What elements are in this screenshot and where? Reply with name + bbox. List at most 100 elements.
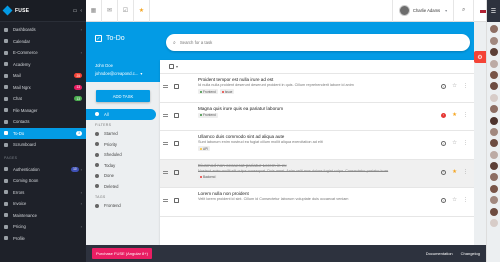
- contact-avatar[interactable]: [489, 139, 498, 148]
- sidebar-item-contacts[interactable]: Contacts: [0, 116, 86, 128]
- search-bar[interactable]: ⌕: [166, 34, 470, 51]
- todo-checkbox[interactable]: [174, 112, 179, 118]
- sidebar-item-label: Authentication: [13, 166, 40, 172]
- drag-handle-icon[interactable]: [163, 113, 168, 117]
- contact-avatar[interactable]: [489, 150, 498, 159]
- contact-avatar[interactable]: [489, 162, 498, 171]
- contact-avatar[interactable]: [489, 48, 498, 57]
- star-toggle-icon[interactable]: ☆: [452, 197, 457, 203]
- more-vertical-icon[interactable]: ⋮: [463, 141, 468, 146]
- filter-frontend[interactable]: Frontend: [86, 201, 160, 212]
- add-task-button[interactable]: ADD TASK: [96, 90, 150, 102]
- user-menu[interactable]: Charlie Adams ▾: [391, 0, 453, 22]
- todo-checkbox[interactable]: [174, 198, 179, 203]
- important-toggle-icon[interactable]: !: [441, 84, 447, 89]
- todo-item[interactable]: Eiusmod non occaecat pariatur Lorem in e…: [160, 159, 474, 188]
- contact-avatar[interactable]: [489, 70, 498, 79]
- sidebar-item-authentication[interactable]: Authentication 10 ›: [0, 164, 86, 176]
- filter-label: Priority: [104, 141, 118, 147]
- frontend-icon: [95, 203, 99, 208]
- todo-item[interactable]: Lorem nulla non proident Velit lorem proi…: [160, 188, 474, 217]
- sidebar-item-to-do[interactable]: To-Do 3: [0, 127, 86, 139]
- sidebar-item-maintenance[interactable]: Maintenance: [0, 210, 86, 222]
- contact-avatar[interactable]: [489, 207, 498, 216]
- sidebar-item-file-manager[interactable]: File Manager: [0, 105, 86, 117]
- sidebar-item-invoice[interactable]: Invoice ›: [0, 198, 86, 210]
- search-toggle-icon[interactable]: ⌕: [453, 0, 473, 22]
- drag-handle-icon[interactable]: [163, 85, 168, 88]
- todo-checkbox[interactable]: [174, 169, 179, 175]
- sidebar-item-dashboards[interactable]: Dashboards ›: [0, 24, 86, 36]
- more-vertical-icon[interactable]: ⋮: [463, 112, 468, 118]
- star-toggle-icon[interactable]: ★: [452, 112, 457, 118]
- more-vertical-icon[interactable]: ⋮: [463, 84, 468, 89]
- more-vertical-icon[interactable]: ⋮: [463, 169, 468, 175]
- important-toggle-icon[interactable]: !: [441, 112, 447, 118]
- contact-avatar[interactable]: [489, 25, 498, 34]
- filter-priority[interactable]: Priority: [86, 139, 160, 150]
- sidebar-item-profile[interactable]: Profile: [0, 233, 86, 245]
- sidebar-item-e-commerce[interactable]: E-Commerce ›: [0, 47, 86, 59]
- todo-item[interactable]: Magna quis irure quis ea pariatur laboru…: [160, 103, 474, 131]
- sidebar-item-academy[interactable]: Academy: [0, 59, 86, 71]
- drag-handle-icon[interactable]: [163, 199, 168, 202]
- contact-avatar[interactable]: [489, 127, 498, 136]
- sidebar-item-coming-soon[interactable]: Coming Soon: [0, 175, 86, 187]
- contact-avatar[interactable]: [489, 93, 498, 102]
- documentation-link[interactable]: Documentation: [426, 251, 453, 256]
- contact-avatar[interactable]: [489, 36, 498, 45]
- important-toggle-icon[interactable]: !: [441, 141, 447, 146]
- to-do-icon: [4, 131, 8, 136]
- filter-deleted[interactable]: Deleted: [86, 181, 160, 192]
- sidebar-item-pricing[interactable]: Pricing ›: [0, 221, 86, 233]
- account-email-select[interactable]: johndoe@creapond.c... ▾: [95, 71, 151, 76]
- calendar-shortcut-icon[interactable]: ▦: [86, 0, 102, 22]
- settings-gear-icon[interactable]: ⚙: [474, 51, 486, 63]
- star-toggle-icon[interactable]: ☆: [452, 83, 457, 89]
- tag-label: Backend: [203, 175, 216, 179]
- purchase-button[interactable]: Purchase FUSE (Angular 8+): [92, 248, 152, 259]
- sidebar-item-label: Academy: [13, 61, 31, 67]
- close-sidebar-icon[interactable]: ‹: [80, 8, 82, 14]
- sidebar-item-scrumboard[interactable]: Scrumboard: [0, 139, 86, 151]
- contact-avatar[interactable]: [489, 59, 498, 68]
- contact-avatar[interactable]: [489, 116, 498, 125]
- important-toggle-icon[interactable]: !: [441, 198, 447, 203]
- star-toggle-icon[interactable]: ★: [452, 169, 457, 175]
- sidebar-item-chat[interactable]: Chat 13: [0, 93, 86, 105]
- contact-avatar[interactable]: [489, 105, 498, 114]
- chat-panel-toggle-icon[interactable]: ☰: [487, 0, 500, 22]
- contact-avatar[interactable]: [489, 196, 498, 205]
- important-toggle-icon[interactable]: !: [441, 169, 447, 175]
- filter-done[interactable]: Done: [86, 171, 160, 182]
- contact-avatar[interactable]: [489, 219, 498, 228]
- sidebar-item-errors[interactable]: Errors ›: [0, 187, 86, 199]
- filter-sheduled[interactable]: Sheduled: [86, 150, 160, 161]
- select-all-checkbox[interactable]: [169, 64, 174, 69]
- chevron-down-icon[interactable]: ▾: [176, 64, 178, 69]
- search-input[interactable]: [179, 40, 463, 45]
- todo-shortcut-icon[interactable]: ☑: [118, 0, 134, 22]
- drag-handle-icon[interactable]: [163, 170, 168, 174]
- contact-avatar[interactable]: [489, 82, 498, 91]
- contact-avatar[interactable]: [489, 184, 498, 193]
- todo-checkbox[interactable]: [174, 141, 179, 146]
- sidebar-item-calendar[interactable]: Calendar: [0, 36, 86, 48]
- filter-today[interactable]: Today: [86, 160, 160, 171]
- todo-item[interactable]: Ullamco duis commodo sint ad aliqua aute…: [160, 131, 474, 160]
- sidebar-item-mail-ngrx[interactable]: Mail Ngrx 13: [0, 82, 86, 94]
- sidebar-item-mail[interactable]: Mail 25: [0, 70, 86, 82]
- changelog-link[interactable]: Changelog: [461, 251, 480, 256]
- todo-item[interactable]: Proident tempor est nulla irure ad est Id…: [160, 74, 474, 103]
- mail-shortcut-icon[interactable]: ✉: [102, 0, 118, 22]
- contact-avatar[interactable]: [489, 173, 498, 182]
- more-vertical-icon[interactable]: ⋮: [463, 198, 468, 203]
- drag-handle-icon[interactable]: [163, 142, 168, 145]
- fold-sidebar-icon[interactable]: ▭: [73, 8, 78, 14]
- maintenance-icon: [4, 213, 8, 218]
- filter-all[interactable]: All: [86, 109, 156, 120]
- filter-starred[interactable]: Starred: [86, 129, 160, 140]
- todo-checkbox[interactable]: [174, 84, 179, 89]
- star-toggle-icon[interactable]: ☆: [452, 140, 457, 146]
- star-shortcut-icon[interactable]: ★: [134, 0, 150, 22]
